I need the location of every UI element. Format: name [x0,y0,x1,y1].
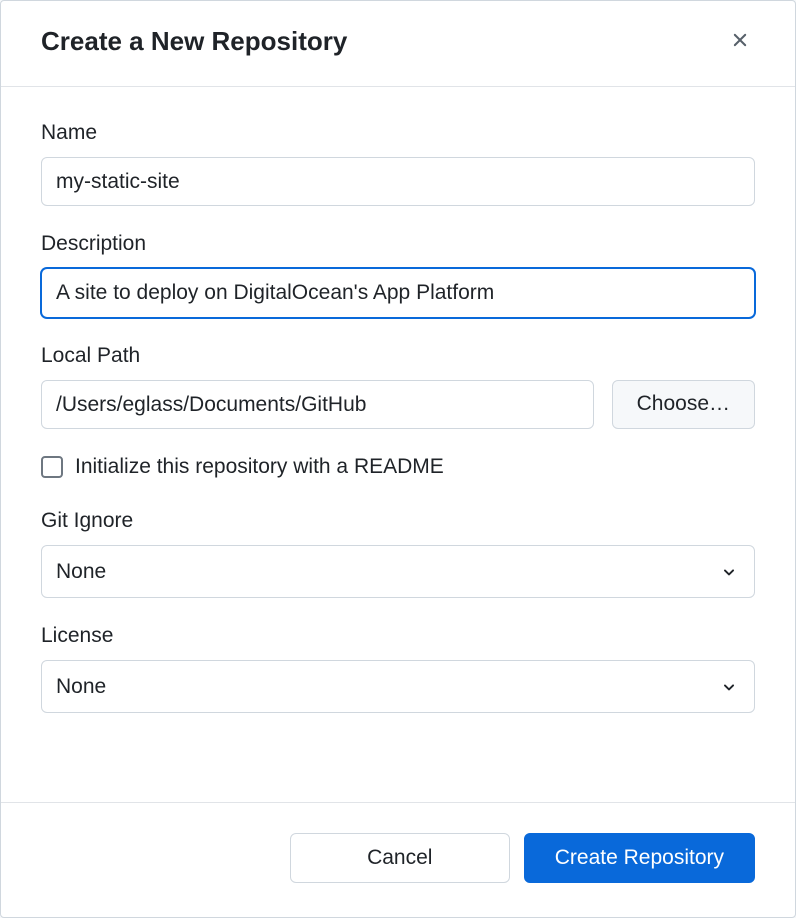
create-repository-dialog: Create a New Repository Name Description… [0,0,796,918]
dialog-footer: Cancel Create Repository [1,802,795,917]
dialog-title: Create a New Repository [41,26,347,57]
git-ignore-group: Git Ignore None [41,509,755,598]
license-select-wrapper: None [41,660,755,713]
local-path-label: Local Path [41,344,755,368]
git-ignore-select[interactable]: None [41,545,755,598]
description-group: Description [41,232,755,317]
local-path-row: Choose… [41,380,755,429]
local-path-group: Local Path Choose… [41,344,755,429]
dialog-body: Name Description Local Path Choose… Init… [1,87,795,802]
license-label: License [41,624,755,648]
license-select[interactable]: None [41,660,755,713]
git-ignore-label: Git Ignore [41,509,755,533]
close-icon [729,29,751,54]
description-input[interactable] [41,268,755,317]
close-button[interactable] [725,25,755,58]
dialog-header: Create a New Repository [1,1,795,87]
name-input[interactable] [41,157,755,206]
local-path-input[interactable] [41,380,594,429]
create-repository-button[interactable]: Create Repository [524,833,755,883]
readme-checkbox-label[interactable]: Initialize this repository with a README [75,455,444,479]
readme-checkbox-row: Initialize this repository with a README [41,455,755,479]
choose-button[interactable]: Choose… [612,380,755,429]
name-group: Name [41,121,755,206]
description-label: Description [41,232,755,256]
git-ignore-select-wrapper: None [41,545,755,598]
cancel-button[interactable]: Cancel [290,833,510,883]
readme-checkbox[interactable] [41,456,63,478]
license-group: License None [41,624,755,713]
name-label: Name [41,121,755,145]
